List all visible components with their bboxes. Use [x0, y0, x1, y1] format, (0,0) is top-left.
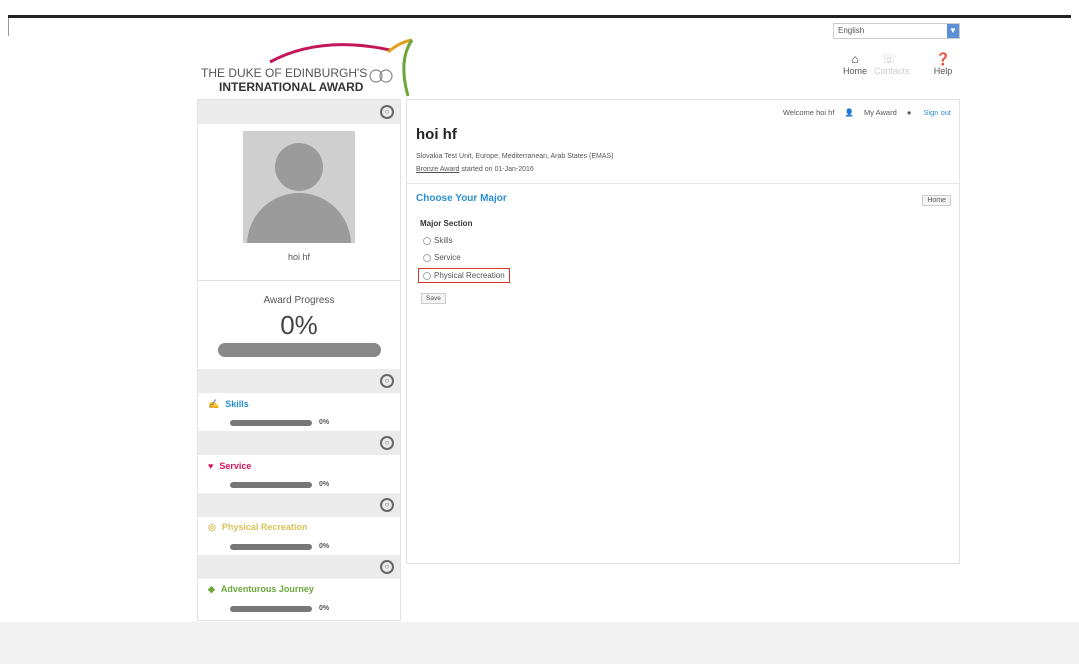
- my-award-link[interactable]: My Award: [864, 108, 897, 117]
- expand-icon[interactable]: ○: [380, 374, 394, 388]
- radio-button[interactable]: [423, 271, 431, 280]
- top-border: [8, 15, 1071, 18]
- physical-recreation-progress-bar: [230, 544, 312, 550]
- service-header-bar: ○: [198, 431, 400, 455]
- main-panel: Welcome hoi hf 👤 My Award ● Sign out hoi…: [406, 99, 960, 564]
- option-label: Skills: [434, 236, 453, 245]
- sidebar-user-name: hoi hf: [287, 252, 311, 262]
- service-progress-percent: 0%: [319, 481, 330, 488]
- logo-text-line2: INTERNATIONAL AWARD: [219, 80, 364, 94]
- physical-recreation-label: Physical Recreation: [221, 522, 308, 532]
- nav-contacts-label: Contacts: [874, 66, 910, 76]
- expand-icon[interactable]: ○: [380, 560, 394, 574]
- home-button[interactable]: Home: [922, 195, 951, 206]
- avatar-body-shape: [247, 193, 351, 243]
- nav-home[interactable]: ⌂ Home: [840, 52, 870, 76]
- divider: [407, 183, 959, 184]
- adventurous-journey-icon: ◆: [208, 584, 215, 594]
- service-icon: ♥: [208, 461, 214, 471]
- divider: [198, 280, 400, 281]
- user-icon: 👤: [844, 108, 854, 117]
- award-progress-bar: [218, 343, 381, 357]
- expand-icon[interactable]: ○: [380, 498, 394, 512]
- collapse-icon[interactable]: ○: [380, 105, 394, 119]
- option-label: Service: [434, 253, 461, 262]
- save-button[interactable]: Save: [421, 293, 446, 304]
- radio-option-skills[interactable]: Skills: [423, 236, 453, 245]
- physical-recreation-icon: ◎: [208, 522, 216, 532]
- profile-header-bar: ○: [198, 100, 400, 124]
- edge-marker: [8, 18, 9, 36]
- sign-out-link[interactable]: Sign out: [923, 108, 951, 117]
- adventurous-journey-header-bar: ○: [198, 555, 400, 579]
- skills-header-bar: ○: [198, 369, 400, 393]
- service-label: Service: [219, 461, 252, 471]
- skills-progress-percent: 0%: [319, 419, 330, 426]
- service-progress-bar: [230, 482, 312, 488]
- adventurous-journey-label: Adventurous Journey: [220, 584, 314, 594]
- award-info: Bronze Award started on 01-Jan-2016: [416, 166, 534, 173]
- user-nav: Welcome hoi hf 👤 My Award ● Sign out: [775, 108, 951, 117]
- option-label: Physical Recreation: [434, 271, 505, 280]
- logo-text-line1: THE DUKE OF EDINBURGH'S: [201, 66, 368, 80]
- help-icon: ❓: [935, 52, 951, 66]
- award-started-text: started on 01-Jan-2016: [461, 166, 534, 173]
- page-title: hoi hf: [416, 126, 457, 143]
- sidebar-item-adventurous-journey[interactable]: ◆ Adventurous Journey: [208, 584, 314, 595]
- award-progress-percent: 0%: [280, 310, 318, 340]
- award-progress-title: Award Progress: [263, 295, 335, 306]
- skills-label: Skills: [225, 399, 249, 409]
- sidebar-item-physical-recreation[interactable]: ◎ Physical Recreation: [208, 522, 307, 533]
- award-link[interactable]: Bronze Award: [416, 166, 459, 173]
- bottom-area: [0, 622, 1079, 664]
- language-value: English: [838, 26, 865, 35]
- unit-info: Slovakia Test Unit, Europe, Mediterranea…: [416, 153, 614, 160]
- major-section-label: Major Section: [420, 219, 473, 228]
- adventurous-journey-progress-percent: 0%: [319, 605, 330, 612]
- radio-button[interactable]: [423, 236, 431, 245]
- physical-recreation-progress-percent: 0%: [319, 543, 330, 550]
- avatar: [243, 131, 355, 243]
- radio-button[interactable]: [423, 253, 431, 262]
- radio-option-service[interactable]: Service: [423, 253, 461, 262]
- section-heading: Choose Your Major: [416, 193, 507, 204]
- avatar-head-shape: [275, 143, 323, 191]
- language-select[interactable]: English ▼: [833, 23, 960, 39]
- sidebar-item-service[interactable]: ♥ Service: [208, 461, 251, 471]
- chevron-down-icon: ▼: [947, 24, 959, 38]
- browser-top-area: [0, 0, 1079, 16]
- skills-icon: ✍: [208, 399, 220, 409]
- physical-recreation-header-bar: ○: [198, 493, 400, 517]
- nav-home-label: Home: [842, 66, 867, 76]
- sidebar-panel: ○ hoi hf Award Progress 0% ○ ✍ Skills 0% …: [197, 99, 401, 621]
- welcome-text: Welcome hoi hf: [782, 108, 835, 117]
- nav-contacts[interactable]: ☏ Contacts: [874, 52, 910, 76]
- skills-progress-bar: [230, 420, 312, 426]
- award-icon: ●: [906, 108, 912, 117]
- contacts-icon: ☏: [881, 52, 897, 66]
- sidebar-item-skills[interactable]: ✍ Skills: [208, 399, 249, 410]
- adventurous-journey-progress-bar: [230, 606, 312, 612]
- nav-help-label: Help: [933, 66, 953, 76]
- nav-help[interactable]: ❓ Help: [928, 52, 958, 76]
- radio-option-physical-recreation[interactable]: Physical Recreation: [418, 268, 510, 283]
- expand-icon[interactable]: ○: [380, 436, 394, 450]
- home-icon: ⌂: [851, 52, 859, 66]
